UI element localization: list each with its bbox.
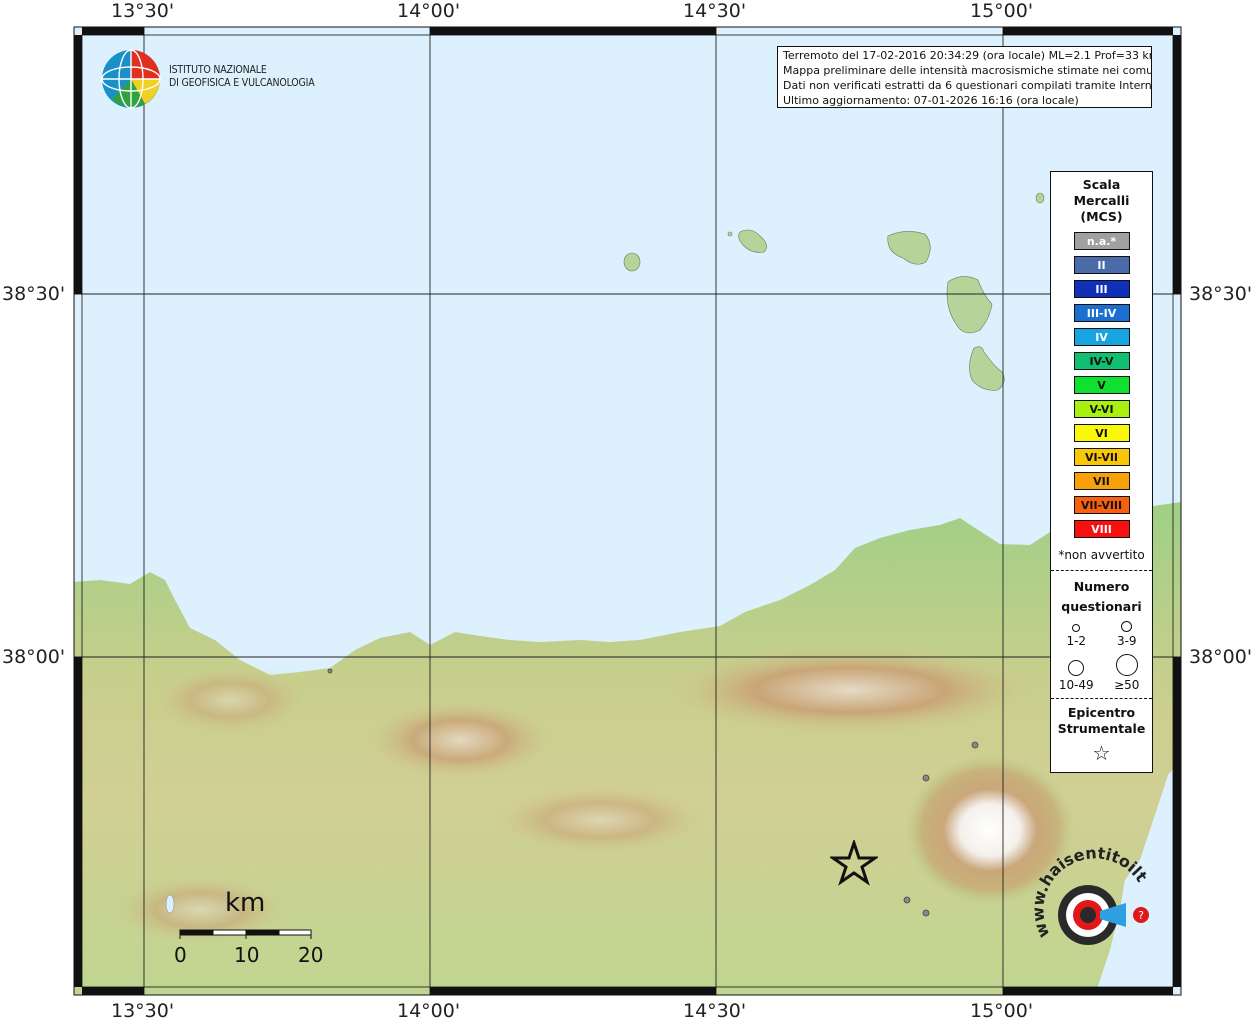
epi-title-2: Strumentale [1057,721,1146,736]
legend-title-3: (MCS) [1080,209,1123,224]
mcs-swatch-7: V-VI [1073,400,1130,418]
scale-label-20: 20 [298,943,324,967]
lon-label-top-4: 15°00' [970,0,1034,22]
legend-separator-1 [1051,570,1152,571]
q-size-4: ≥50 [1103,654,1151,692]
lat-label-left-2: 38°00' [2,646,66,668]
mcs-swatch-2: III [1073,280,1130,298]
institute-line-1: ISTITUTO NAZIONALE [169,64,267,76]
legend-star-icon: ☆ [1092,741,1111,765]
mcs-scale-swatches: n.a.* II III III-IV IV IV-V V V-VI VI VI-VII VII VI… [1051,232,1152,538]
legend-title-2: Mercalli [1073,193,1130,208]
q-label-3: 10-49 [1058,678,1094,692]
legend-note: *non avvertito [1058,548,1145,562]
legend-separator-2 [1051,698,1152,699]
scale-bar [179,929,312,939]
medium-circle-icon [1121,621,1133,632]
q-label-1: 1-2 [1066,634,1087,648]
scale-unit: km [225,888,266,918]
madonie-relief [365,700,555,780]
q-label-2: 3-9 [1116,634,1137,648]
mcs-swatch-9: VI-VII [1073,448,1130,466]
scale-label-10: 10 [234,943,260,967]
epicenter-star-icon [830,840,878,886]
q-label-4: ≥50 [1114,678,1140,692]
q-title-1: Numero [1073,579,1130,594]
lon-label-bottom-3: 14°30' [683,1000,747,1022]
questionnaire-row-2: 10-49 ≥50 [1051,654,1152,692]
lat-label-right-1: 38°30' [1189,283,1253,305]
nebrodi-relief [660,645,1040,735]
relief-central [490,785,710,855]
mcs-swatch-12: VIII [1073,520,1130,538]
relief-west [150,665,310,735]
mcs-swatch-3: III-IV [1073,304,1130,322]
lake [165,894,175,914]
mcs-swatch-11: VII-VIII [1073,496,1130,514]
institute-line-2: DI GEOFISICA E VULCANOLOGIA [169,77,315,89]
q-title-2: questionari [1061,599,1142,614]
info-line-3: Dati non verificati estratti da 6 questi… [783,79,1151,92]
svg-text:?: ? [1138,909,1144,922]
info-line-1: Terremoto del 17-02-2016 20:34:29 (ora l… [783,49,1151,62]
small-circle-icon [1072,624,1081,632]
questionnaire-row-1: 1-2 3-9 [1051,621,1152,648]
mcs-swatch-5: IV-V [1073,352,1130,370]
lon-label-top-2: 14°00' [397,0,461,22]
legend-title: Scala Mercalli (MCS) [1051,177,1152,225]
lon-label-bottom-4: 15°00' [970,1000,1034,1022]
info-line-4: Ultimo aggiornamento: 07-01-2026 16:16 (… [783,94,1079,107]
mcs-swatch-8: VI [1073,424,1130,442]
lon-label-bottom-1: 13°30' [111,1000,175,1022]
epi-title-1: Epicentro [1067,705,1136,720]
event-info-box: Terremoto del 17-02-2016 20:34:29 (ora l… [777,46,1152,108]
mcs-swatch-1: II [1073,256,1130,274]
legend-panel: Scala Mercalli (MCS) n.a.* II III III-IV IV I… [1050,171,1153,773]
mcs-swatch-10: VII [1073,472,1130,490]
haisentito-logo-icon: ? www.haisentitoilterremoto.it [1030,845,1151,945]
legend-title-1: Scala [1082,177,1121,192]
mcs-swatch-6: V [1073,376,1130,394]
lat-label-right-2: 38°00' [1189,646,1253,668]
q-size-1: 1-2 [1052,624,1100,648]
lat-label-left-1: 38°30' [2,283,66,305]
ingv-logo-icon [101,49,161,109]
mcs-swatch-0: n.a.* [1073,232,1130,250]
questionnaire-title: Numero questionari [1051,577,1152,617]
large-circle-icon [1068,660,1085,676]
info-line-2: Mappa preliminare delle intensità macros… [783,64,1151,77]
lon-label-top-1: 13°30' [111,0,175,22]
institute-name: ISTITUTO NAZIONALE DI GEOFISICA E VULCAN… [169,64,315,90]
lon-label-top-3: 14°30' [683,0,747,22]
scale-label-0: 0 [174,943,187,967]
epicenter-title: Epicentro Strumentale [1051,705,1152,737]
lon-label-bottom-2: 14°00' [397,1000,461,1022]
xlarge-circle-icon [1115,654,1138,676]
q-size-2: 3-9 [1103,621,1151,648]
q-size-3: 10-49 [1052,660,1100,692]
mcs-swatch-4: IV [1073,328,1130,346]
